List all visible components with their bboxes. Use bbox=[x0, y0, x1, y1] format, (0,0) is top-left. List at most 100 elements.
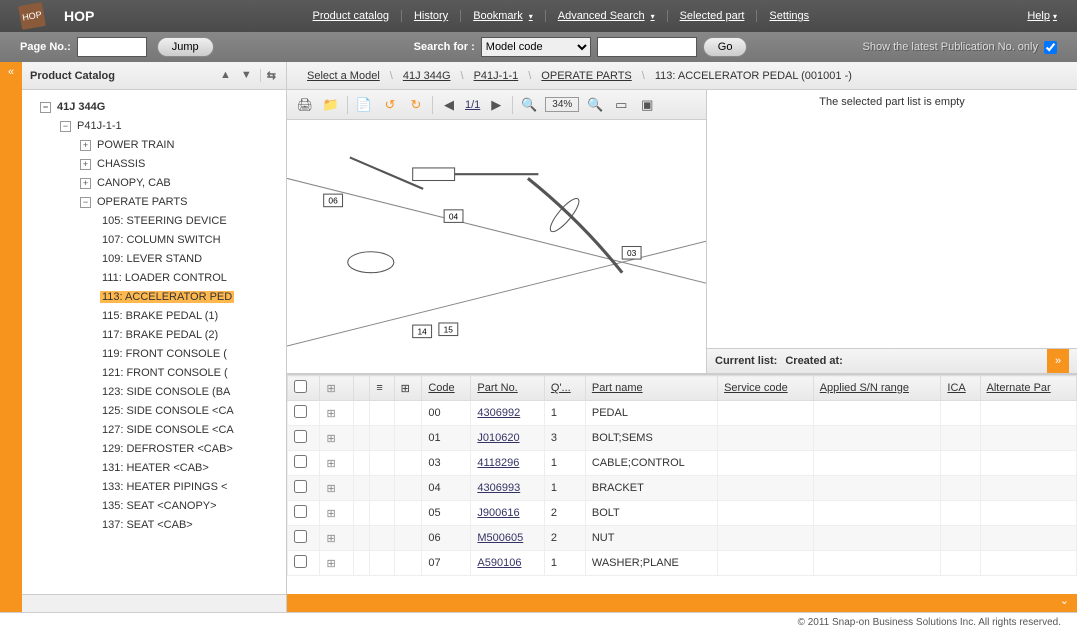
prev-page-icon[interactable]: ◀ bbox=[439, 95, 459, 115]
next-page-icon[interactable]: ▶ bbox=[486, 95, 506, 115]
part-number-link[interactable]: J010620 bbox=[477, 432, 519, 444]
expand-info-button[interactable]: » bbox=[1047, 349, 1069, 373]
part-number-link[interactable]: J900616 bbox=[477, 507, 519, 519]
tree-item[interactable]: 109: LEVER STAND bbox=[100, 250, 282, 269]
table-row[interactable]: 07A5901061WASHER;PLANE bbox=[288, 551, 1077, 576]
tree-toggle-icon[interactable]: − bbox=[60, 121, 71, 132]
part-number-link[interactable]: 4306993 bbox=[477, 482, 520, 494]
fit-width-icon[interactable]: ▭ bbox=[611, 95, 631, 115]
topmenu-product-catalog[interactable]: Product catalog bbox=[301, 10, 402, 22]
part-number-link[interactable]: A590106 bbox=[477, 557, 521, 569]
search-mode-select[interactable]: Model code bbox=[481, 37, 591, 57]
tree-toggle-icon[interactable]: + bbox=[80, 140, 91, 151]
table-row[interactable]: 06M5006052NUT bbox=[288, 526, 1077, 551]
add-to-cart-icon[interactable] bbox=[326, 407, 340, 419]
row-checkbox[interactable] bbox=[294, 555, 307, 568]
row-checkbox[interactable] bbox=[294, 530, 307, 543]
tree-toggle-icon[interactable]: − bbox=[40, 102, 51, 113]
topmenu-history[interactable]: History bbox=[402, 10, 461, 22]
tree-item[interactable]: 127: SIDE CONSOLE <CA bbox=[100, 421, 282, 440]
part-number-link[interactable]: M500605 bbox=[477, 532, 523, 544]
col-part-no-[interactable]: Part No. bbox=[471, 376, 545, 401]
jump-button[interactable]: Jump bbox=[157, 37, 214, 57]
tree-item[interactable]: 131: HEATER <CAB> bbox=[100, 459, 282, 478]
tree-item[interactable]: +CANOPY, CAB bbox=[80, 174, 282, 193]
breadcrumb-group[interactable]: OPERATE PARTS bbox=[541, 70, 631, 82]
copy-icon[interactable]: 📄 bbox=[354, 95, 374, 115]
zoom-out-icon[interactable]: 🔍 bbox=[519, 95, 539, 115]
tree-toggle-icon[interactable]: + bbox=[80, 178, 91, 189]
row-checkbox[interactable] bbox=[294, 455, 307, 468]
tree-item[interactable]: 115: BRAKE PEDAL (1) bbox=[100, 307, 282, 326]
tree-item[interactable]: +CHASSIS bbox=[80, 155, 282, 174]
tree-item[interactable]: 111: LOADER CONTROL bbox=[100, 269, 282, 288]
tree-item[interactable]: −41J 344G bbox=[40, 98, 282, 117]
table-row[interactable]: 0341182961CABLE;CONTROL bbox=[288, 451, 1077, 476]
search-input[interactable] bbox=[597, 37, 697, 57]
expand-table-button[interactable]: ⌄ bbox=[287, 594, 1077, 612]
sidebar-scrollbar[interactable] bbox=[22, 594, 286, 612]
tree-item[interactable]: 117: BRAKE PEDAL (2) bbox=[100, 326, 282, 345]
tree-item[interactable]: +POWER TRAIN bbox=[80, 136, 282, 155]
add-to-cart-icon[interactable] bbox=[326, 457, 340, 469]
breadcrumb-pub[interactable]: P41J-1-1 bbox=[474, 70, 519, 82]
table-row[interactable]: 05J9006162BOLT bbox=[288, 501, 1077, 526]
col-code[interactable]: Code bbox=[422, 376, 471, 401]
topmenu-settings[interactable]: Settings bbox=[757, 10, 821, 22]
tree-item[interactable]: −P41J-1-1 bbox=[60, 117, 282, 136]
tree-item[interactable]: 107: COLUMN SWITCH bbox=[100, 231, 282, 250]
add-to-cart-icon[interactable] bbox=[326, 482, 340, 494]
col-ica[interactable]: ICA bbox=[941, 376, 980, 401]
tree-item[interactable]: 105: STEERING DEVICE bbox=[100, 212, 282, 231]
col-cart[interactable] bbox=[320, 376, 354, 401]
publication-filter-checkbox[interactable] bbox=[1044, 41, 1057, 54]
go-button[interactable]: Go bbox=[703, 37, 748, 57]
tree-item[interactable]: 113: ACCELERATOR PED bbox=[100, 288, 282, 307]
col-checkbox[interactable] bbox=[288, 376, 320, 401]
col-q-[interactable]: Q'... bbox=[544, 376, 585, 401]
sort-desc-icon[interactable]: ▼ bbox=[239, 69, 254, 82]
add-to-cart-icon[interactable] bbox=[326, 507, 340, 519]
col-part-name[interactable]: Part name bbox=[585, 376, 717, 401]
row-checkbox[interactable] bbox=[294, 480, 307, 493]
fit-page-icon[interactable]: ▣ bbox=[637, 95, 657, 115]
help-link[interactable]: Help bbox=[1027, 10, 1057, 22]
col-service-code[interactable]: Service code bbox=[718, 376, 814, 401]
tree-toggle-icon[interactable]: + bbox=[80, 159, 91, 170]
tree-item[interactable]: 133: HEATER PIPINGS < bbox=[100, 478, 282, 497]
page-no-input[interactable] bbox=[77, 37, 147, 57]
page-indicator[interactable]: 1/1 bbox=[465, 99, 480, 111]
topmenu-selected-part[interactable]: Selected part bbox=[668, 10, 758, 22]
row-checkbox[interactable] bbox=[294, 405, 307, 418]
tree-item[interactable]: 137: SEAT <CAB> bbox=[100, 516, 282, 535]
breadcrumb-model[interactable]: 41J 344G bbox=[403, 70, 451, 82]
col-alternate-par[interactable]: Alternate Par bbox=[980, 376, 1076, 401]
table-row[interactable]: 0443069931BRACKET bbox=[288, 476, 1077, 501]
folder-icon[interactable]: 📁 bbox=[321, 95, 341, 115]
topmenu-advanced-search[interactable]: Advanced Search bbox=[546, 10, 668, 22]
add-to-cart-icon[interactable] bbox=[326, 532, 340, 544]
tree-item[interactable]: −OPERATE PARTS bbox=[80, 193, 282, 212]
tree-item[interactable]: 119: FRONT CONSOLE ( bbox=[100, 345, 282, 364]
zoom-in-icon[interactable]: 🔍 bbox=[585, 95, 605, 115]
part-number-link[interactable]: 4118296 bbox=[477, 457, 519, 469]
tree-item[interactable]: 123: SIDE CONSOLE (BA bbox=[100, 383, 282, 402]
sort-asc-icon[interactable]: ▲ bbox=[218, 69, 233, 82]
rotate-cw-icon[interactable]: ↻ bbox=[406, 95, 426, 115]
diagram-view[interactable]: 06 04 03 14 15 bbox=[287, 120, 706, 374]
refresh-icon[interactable]: ⇆ bbox=[260, 69, 278, 82]
tree-item[interactable]: 125: SIDE CONSOLE <CA bbox=[100, 402, 282, 421]
breadcrumb-select-model[interactable]: Select a Model bbox=[307, 70, 380, 82]
topmenu-bookmark[interactable]: Bookmark bbox=[461, 10, 546, 22]
row-checkbox[interactable] bbox=[294, 505, 307, 518]
row-checkbox[interactable] bbox=[294, 430, 307, 443]
rotate-ccw-icon[interactable]: ↺ bbox=[380, 95, 400, 115]
tree-item[interactable]: 121: FRONT CONSOLE ( bbox=[100, 364, 282, 383]
col-applied-s-n-range[interactable]: Applied S/N range bbox=[813, 376, 941, 401]
add-to-cart-icon[interactable] bbox=[326, 432, 340, 444]
part-number-link[interactable]: 4306992 bbox=[477, 407, 520, 419]
add-to-cart-icon[interactable] bbox=[326, 557, 340, 569]
tree-toggle-icon[interactable]: − bbox=[80, 197, 91, 208]
print-icon[interactable]: 🖨 bbox=[295, 95, 315, 115]
collapse-sidebar-button[interactable]: « bbox=[0, 62, 22, 612]
